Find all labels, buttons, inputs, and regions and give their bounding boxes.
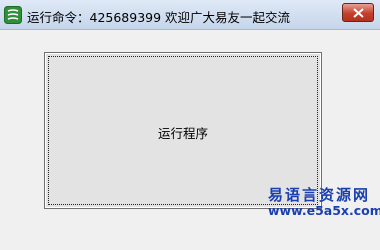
watermark-site-name: 易语言资源网: [268, 186, 371, 204]
app-window: 运行命令：425689399 欢迎广大易友一起交流 运行程序 易语言资源网 ww…: [0, 0, 380, 250]
watermark-url: www.e5a5x.com: [268, 203, 380, 218]
run-program-label: 运行程序: [157, 126, 208, 141]
title-bar[interactable]: 运行命令：425689399 欢迎广大易友一起交流: [0, 0, 380, 30]
close-icon: [353, 8, 364, 18]
app-icon: [4, 6, 22, 24]
close-button[interactable]: [342, 3, 374, 22]
window-title: 运行命令：425689399 欢迎广大易友一起交流: [27, 10, 291, 25]
